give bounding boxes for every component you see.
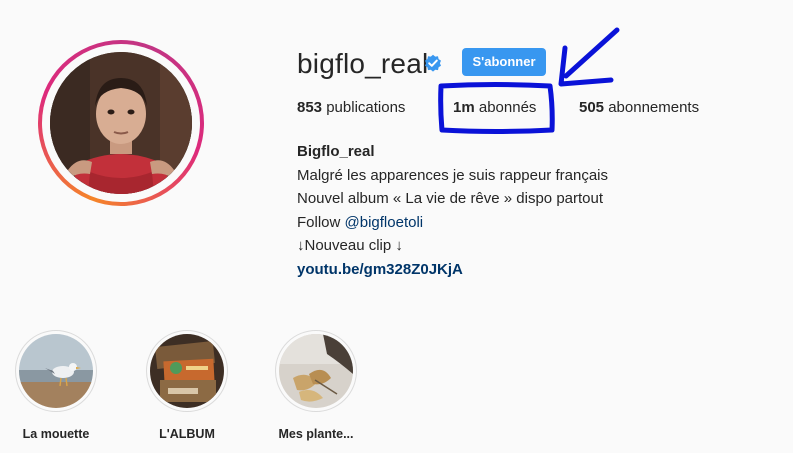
profile-username: bigflo_real xyxy=(297,48,429,79)
followers-count: 1m xyxy=(453,99,475,116)
posts-label: publications xyxy=(326,99,406,116)
bio-full-name: Bigflo_real xyxy=(297,143,375,160)
stat-followers[interactable]: 1m abonnés xyxy=(453,99,536,116)
annotation-arrow-icon xyxy=(558,27,620,87)
stat-posts: 853 publications xyxy=(297,99,405,116)
verified-badge-icon xyxy=(424,54,442,72)
posts-count: 853 xyxy=(297,99,323,116)
seagull-photo-icon xyxy=(19,334,93,408)
story-highlight[interactable]: L'ALBUM xyxy=(132,330,242,441)
bio-mention-link[interactable]: @bigfloetoli xyxy=(345,214,424,231)
stat-following[interactable]: 505 abonnements xyxy=(579,99,699,116)
story-highlight[interactable]: Mes plante... xyxy=(261,330,371,441)
bio-line: Follow @bigfloetoli xyxy=(297,211,608,235)
bio-line: Nouvel album « La vie de rêve » dispo pa… xyxy=(297,190,604,207)
profile-bio: Bigflo_real Malgré les apparences je sui… xyxy=(297,140,608,281)
album-photo-icon xyxy=(150,334,224,408)
profile-avatar[interactable] xyxy=(38,40,204,206)
story-highlight[interactable]: La mouette xyxy=(1,330,111,441)
bio-line: Malgré les apparences je suis rappeur fr… xyxy=(297,166,608,184)
following-label: abonnements xyxy=(608,99,700,116)
highlight-label: La mouette xyxy=(22,427,90,441)
highlight-label: L'ALBUM xyxy=(159,427,215,441)
bio-line: ↓Nouveau clip ↓ xyxy=(297,237,403,254)
highlight-label: Mes plante... xyxy=(278,427,354,441)
follow-button[interactable]: S'abonner xyxy=(462,48,546,76)
highlight-cover[interactable] xyxy=(275,330,357,412)
avatar-photo xyxy=(50,52,192,194)
highlight-cover[interactable] xyxy=(15,330,97,412)
highlight-cover[interactable] xyxy=(146,330,228,412)
bio-follow-prefix: Follow xyxy=(297,213,345,231)
following-count: 505 xyxy=(579,99,605,116)
bio-external-link[interactable]: youtu.be/gm328Z0JKjA xyxy=(297,258,608,282)
plant-photo-icon xyxy=(279,334,353,408)
followers-label: abonnés xyxy=(478,99,537,116)
